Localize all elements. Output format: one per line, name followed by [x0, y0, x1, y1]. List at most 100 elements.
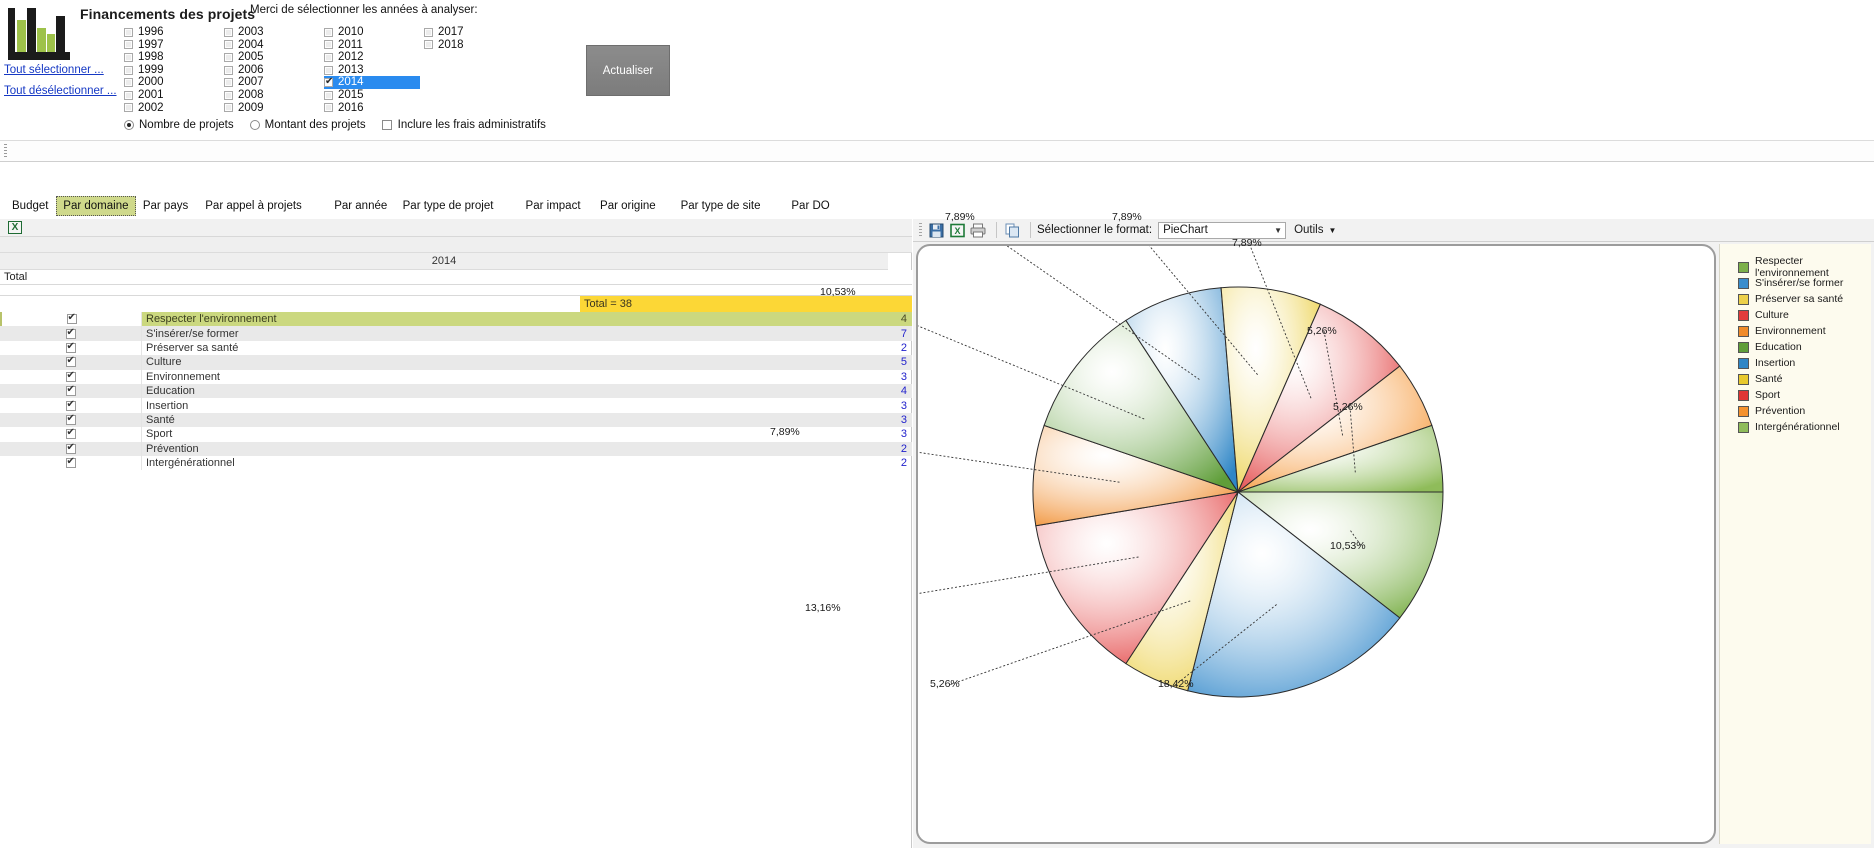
tab-label: Par impact — [525, 200, 581, 212]
year-checkbox-2015[interactable]: 2015 — [324, 89, 420, 102]
tab-par-impact[interactable]: Par impact — [520, 196, 587, 216]
legend-swatch-icon — [1738, 357, 1749, 369]
row-checkbox-cell[interactable] — [0, 369, 142, 384]
year-checkbox-1997[interactable]: 1997 — [124, 39, 166, 52]
year-checkbox-2002[interactable]: 2002 — [124, 102, 166, 115]
checkbox-checked-icon — [65, 354, 76, 368]
year-label: 1996 — [138, 26, 164, 38]
row-value: 3 — [900, 413, 907, 426]
row-checkbox-cell[interactable] — [0, 311, 142, 327]
total-value-cell: Total = 38 — [580, 296, 912, 312]
legend-swatch-icon — [1738, 277, 1749, 289]
pie-percent-label: 10,53% — [1330, 540, 1366, 552]
tab-par-domaine[interactable]: Par domaine — [56, 196, 136, 216]
row-checkbox-cell[interactable] — [0, 340, 142, 356]
chevron-down-icon: ▼ — [1274, 225, 1283, 235]
row-checkbox-cell[interactable] — [0, 326, 142, 341]
checkbox-checked-icon — [65, 383, 76, 397]
table-row[interactable]: Santé 3 — [0, 412, 912, 428]
radio-nombre-de-projets[interactable]: Nombre de projets — [124, 119, 234, 131]
table-row[interactable]: Insertion 3 — [0, 398, 912, 413]
chart-toolbar: X Sélectionner le format: PieChart ▼ Out… — [913, 219, 1874, 242]
excel-export-icon[interactable]: X — [948, 222, 966, 239]
table-row[interactable]: Préserver sa santé 2 — [0, 340, 912, 356]
year-checkbox-2005[interactable]: 2005 — [224, 51, 266, 64]
table-row[interactable]: Intergénérationnel 2 — [0, 455, 912, 471]
row-value: 3 — [900, 428, 907, 441]
year-label: 2016 — [338, 101, 364, 114]
year-checkbox-2016[interactable]: 2016 — [324, 102, 420, 115]
tab-par-appel-projets[interactable]: Par appel à projets — [199, 196, 308, 216]
year-checkbox-2010[interactable]: 2010 — [324, 26, 420, 39]
year-checkbox-2004[interactable]: 2004 — [224, 39, 266, 52]
row-checkbox-cell[interactable] — [0, 426, 142, 442]
year-checkbox-2006[interactable]: 2006 — [224, 64, 266, 77]
row-checkbox-cell[interactable] — [0, 441, 142, 456]
legend-item: Préserver sa santé — [1738, 291, 1871, 307]
row-checkbox-cell[interactable] — [0, 354, 142, 370]
table-row[interactable]: Environnement 3 — [0, 369, 912, 384]
panel-splitter[interactable] — [0, 140, 1874, 162]
year-checkbox-2001[interactable]: 2001 — [124, 89, 166, 102]
tab-par-pays[interactable]: Par pays — [137, 196, 194, 216]
legend-label: Respecter l'environnement — [1755, 255, 1829, 279]
year-checkbox-2000[interactable]: 2000 — [124, 76, 166, 89]
row-label: Santé — [146, 413, 175, 426]
save-disk-icon[interactable] — [927, 222, 945, 239]
year-checkbox-2014[interactable]: 2014 — [324, 76, 420, 89]
table-row[interactable]: Respecter l'environnement4 — [0, 311, 912, 327]
row-checkbox-cell[interactable] — [0, 383, 142, 399]
select-all-link[interactable]: Tout sélectionner ... — [4, 64, 104, 76]
table-row[interactable]: S'insérer/se former 7 — [0, 326, 912, 341]
year-checkbox-2017[interactable]: 2017 — [424, 26, 466, 39]
row-checkbox-cell[interactable] — [0, 455, 142, 471]
row-checkbox-cell[interactable] — [0, 412, 142, 428]
checkbox-frais-administratifs[interactable]: Inclure les frais administratifs — [381, 119, 546, 131]
year-checkbox-2008[interactable]: 2008 — [224, 89, 266, 102]
tab-par-ann-e[interactable]: Par année — [328, 196, 393, 216]
legend-item: Insertion — [1738, 355, 1871, 371]
tab-par-type-de-site[interactable]: Par type de site — [675, 196, 767, 216]
year-checkbox-1996[interactable]: 1996 — [124, 26, 166, 39]
tab-budget[interactable]: Budget — [6, 196, 54, 216]
year-checkbox-2009[interactable]: 2009 — [224, 102, 266, 115]
year-checkbox-2018[interactable]: 2018 — [424, 39, 466, 52]
year-label: 2018 — [438, 38, 464, 51]
year-column-2: 2003 2004 2005 2006 2007 2008 2009 — [224, 26, 266, 114]
table-row[interactable]: Education 4 — [0, 383, 912, 399]
year-checkbox-1998[interactable]: 1998 — [124, 51, 166, 64]
refresh-button[interactable]: Actualiser — [586, 45, 670, 96]
row-value: 4 — [872, 312, 912, 327]
table-row[interactable]: Culture 5 — [0, 354, 912, 370]
report-pane: X 2014 Total Total = 38 Respecter l'envi… — [0, 219, 912, 848]
year-label: 2000 — [138, 76, 164, 89]
format-label: Sélectionner le format: — [1037, 224, 1153, 236]
row-checkbox-cell[interactable] — [0, 398, 142, 413]
year-checkbox-2011[interactable]: 2011 — [324, 39, 420, 52]
year-label: 2017 — [438, 26, 464, 38]
printer-icon[interactable] — [969, 222, 987, 239]
tab-par-origine[interactable]: Par origine — [594, 196, 662, 216]
table-row[interactable]: Prévention 2 — [0, 441, 912, 456]
year-label: 2014 — [338, 76, 364, 89]
format-select[interactable]: PieChart ▼ — [1158, 221, 1287, 239]
radio-montant-des-projets[interactable]: Montant des projets — [249, 119, 366, 131]
year-checkbox-2013[interactable]: 2013 — [324, 64, 420, 77]
excel-export-icon[interactable]: X — [8, 221, 22, 234]
legend-label: Intergénérationnel — [1755, 421, 1840, 433]
pie-percent-label: 10,53% — [820, 286, 856, 298]
tab-label: Par DO — [791, 200, 830, 212]
year-checkbox-1999[interactable]: 1999 — [124, 64, 166, 77]
year-checkbox-2003[interactable]: 2003 — [224, 26, 266, 39]
deselect-all-link[interactable]: Tout désélectionner ... — [4, 85, 117, 97]
tab-par-type-de-projet[interactable]: Par type de projet — [397, 196, 500, 216]
year-checkbox-2012[interactable]: 2012 — [324, 51, 420, 64]
copy-icon[interactable] — [1003, 222, 1021, 239]
legend-item: Respecter l'environnement — [1738, 255, 1871, 279]
tools-menu-button[interactable]: Outils ▼ — [1294, 224, 1336, 236]
legend-item: Culture — [1738, 307, 1871, 323]
tab-par-do[interactable]: Par DO — [785, 196, 835, 216]
year-checkbox-2007[interactable]: 2007 — [224, 76, 266, 89]
grid-year-header: 2014 — [0, 253, 888, 270]
legend-label: S'insérer/se former — [1755, 277, 1844, 289]
